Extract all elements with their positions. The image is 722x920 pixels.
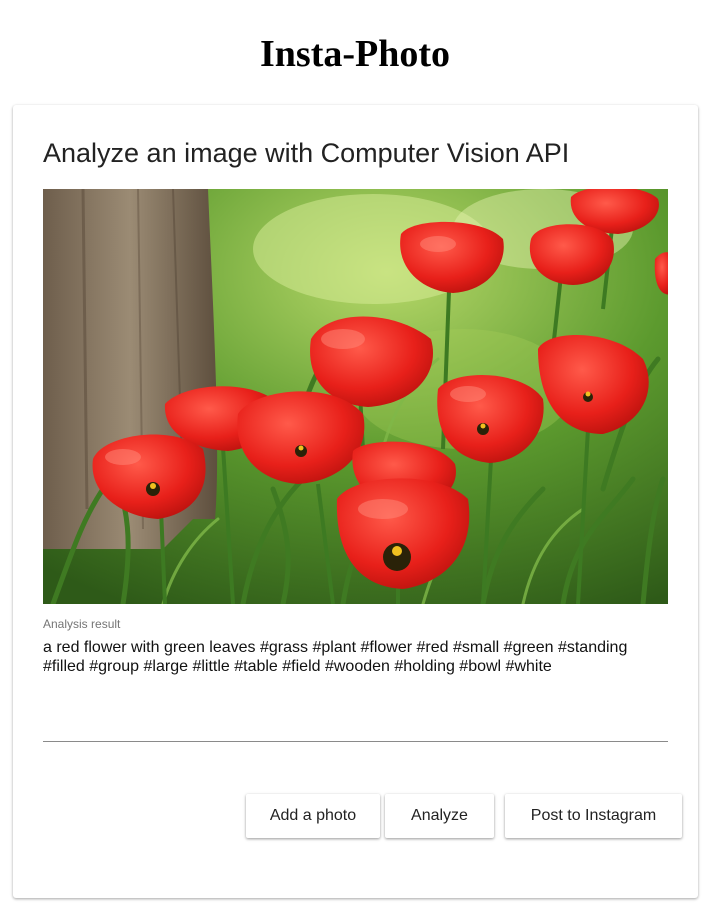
post-to-instagram-button[interactable]: Post to Instagram (505, 794, 682, 838)
analyzed-photo (43, 189, 668, 604)
card-title: Analyze an image with Computer Vision AP… (43, 138, 570, 168)
add-photo-button[interactable]: Add a photo (246, 794, 380, 838)
divider (43, 741, 668, 742)
analysis-result-text: a red flower with green leaves #grass #p… (43, 639, 628, 675)
analyze-card: Analyze an image with Computer Vision AP… (13, 105, 698, 898)
app-title: Insta-Photo (259, 33, 451, 75)
analysis-result-label: Analysis result (43, 617, 121, 631)
analyze-button[interactable]: Analyze (385, 794, 494, 838)
